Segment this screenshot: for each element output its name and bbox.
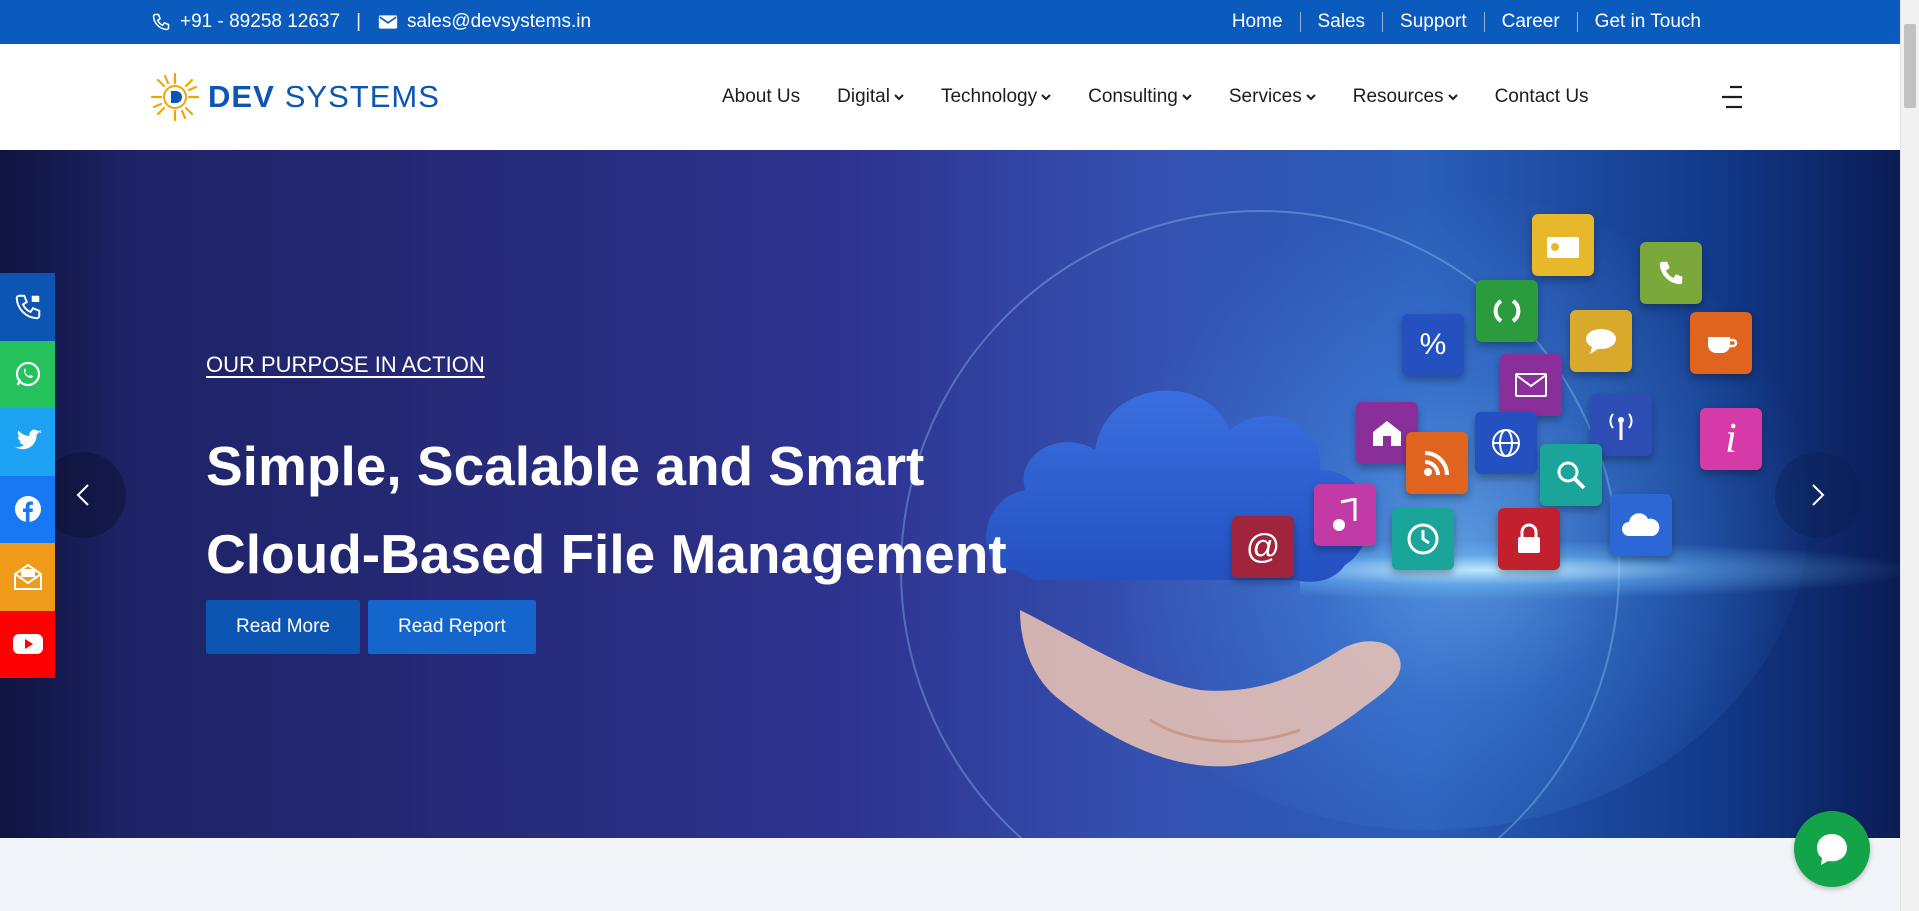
read-more-button[interactable]: Read More (206, 600, 360, 654)
read-report-button[interactable]: Read Report (368, 600, 536, 654)
page-scrollbar[interactable] (1900, 0, 1919, 911)
phone-icon (15, 294, 40, 320)
chevron-down-icon (1306, 94, 1316, 101)
info-tile-icon: i (1700, 408, 1762, 470)
chat-bubble-icon (1817, 834, 1847, 865)
nav-digital[interactable]: Digital (837, 86, 904, 108)
rss-tile-icon (1406, 432, 1468, 494)
percent-tile-icon: % (1402, 314, 1464, 376)
nav-about[interactable]: About Us (722, 86, 800, 108)
scrollbar-thumb[interactable] (1904, 24, 1916, 108)
clock-tile-icon (1392, 508, 1454, 570)
facebook-icon (14, 496, 41, 523)
youtube-icon (12, 634, 43, 655)
hero-title-line-2: Cloud-Based File Management (206, 523, 1007, 585)
chevron-down-icon (1182, 94, 1192, 101)
top-link-home[interactable]: Home (1215, 12, 1300, 32)
logo-text-secondary: SYSTEMS (284, 79, 440, 114)
whatsapp-icon (15, 362, 40, 387)
content-section-start (0, 838, 1900, 911)
hero-slider: % i @ OUR PURPOSE IN ACTION Simple, Scal… (0, 150, 1900, 838)
lock-tile-icon (1498, 508, 1560, 570)
chevron-right-icon (1812, 484, 1825, 506)
info-tile-label: i (1725, 416, 1737, 462)
top-link-career[interactable]: Career (1483, 12, 1577, 32)
chevron-down-icon (1041, 94, 1051, 101)
nav-services-label: Services (1228, 86, 1302, 107)
at-sign-tile-label: @ (1245, 527, 1281, 566)
percent-tile-label: % (1419, 328, 1447, 361)
top-phone[interactable]: +91 - 89258 12637 (180, 11, 340, 33)
top-link-sales[interactable]: Sales (1299, 12, 1383, 32)
social-facebook-button[interactable] (0, 475, 55, 543)
social-phone-button[interactable] (0, 273, 55, 341)
nav-technology-label: Technology (940, 86, 1038, 107)
top-contact: +91 - 89258 12637 | sales@devsystems.in (150, 0, 591, 44)
cloud-tile-icon (1610, 494, 1672, 556)
site-logo[interactable]: DEV SYSTEMS (150, 70, 440, 124)
phone-icon (150, 11, 172, 33)
top-links: Home Sales Support Career Get in Touch (1215, 0, 1718, 44)
at-sign-tile-icon: @ (1232, 516, 1294, 578)
nav-resources-label: Resources (1352, 86, 1444, 107)
social-youtube-button[interactable] (0, 610, 55, 678)
nav-contact[interactable]: Contact Us (1495, 86, 1589, 108)
slider-next-button[interactable] (1775, 452, 1861, 538)
hero-title: Simple, Scalable and Smart Cloud-Based F… (206, 422, 1007, 598)
refresh-tile-icon (1476, 280, 1538, 342)
calendar-tile-icon (1532, 214, 1594, 276)
nav-contact-label: Contact Us (1494, 86, 1589, 107)
chevron-left-icon (76, 484, 89, 506)
music-tile-icon (1314, 484, 1376, 546)
logo-text-primary: DEV (208, 79, 275, 114)
chat-widget-button[interactable] (1794, 811, 1870, 887)
mail-icon (13, 563, 42, 590)
social-rail (0, 273, 55, 678)
nav-services[interactable]: Services (1229, 86, 1316, 108)
globe-tile-icon (1475, 412, 1537, 474)
social-twitter-button[interactable] (0, 408, 55, 476)
nav-digital-label: Digital (837, 86, 890, 107)
top-link-support[interactable]: Support (1382, 12, 1484, 32)
nav-technology[interactable]: Technology (941, 86, 1051, 108)
hand-illustration (1020, 610, 1401, 767)
logo-sun-icon (150, 72, 200, 122)
top-bar: +91 - 89258 12637 | sales@devsystems.in … (0, 0, 1900, 44)
menu-toggle-icon[interactable] (1722, 84, 1742, 110)
phone-tile-icon (1640, 242, 1702, 304)
chat-bubble-tile-icon (1570, 310, 1632, 372)
chevron-down-icon (894, 94, 904, 101)
chevron-down-icon (1447, 94, 1458, 101)
hero-title-line-1: Simple, Scalable and Smart (206, 435, 925, 497)
envelope-tile-icon (1500, 354, 1562, 416)
social-whatsapp-button[interactable] (0, 340, 55, 408)
main-nav: About Us Digital Technology Consulting S… (722, 44, 1589, 150)
coffee-cup-tile-icon (1690, 312, 1752, 374)
site-header: DEV SYSTEMS About Us Digital Technology … (0, 44, 1900, 150)
nav-resources[interactable]: Resources (1353, 86, 1458, 108)
top-link-get-in-touch[interactable]: Get in Touch (1576, 12, 1718, 32)
hero-buttons: Read More Read Report (206, 600, 536, 654)
magnifier-tile-icon (1540, 444, 1602, 506)
nav-about-label: About Us (722, 86, 801, 107)
hero-eyebrow[interactable]: OUR PURPOSE IN ACTION (206, 352, 485, 378)
twitter-icon (14, 429, 42, 449)
nav-consulting[interactable]: Consulting (1088, 86, 1192, 108)
envelope-icon (377, 11, 399, 33)
nav-consulting-label: Consulting (1088, 86, 1178, 107)
social-mail-button[interactable] (0, 543, 55, 611)
top-email[interactable]: sales@devsystems.in (407, 11, 591, 33)
top-separator: | (356, 11, 361, 32)
